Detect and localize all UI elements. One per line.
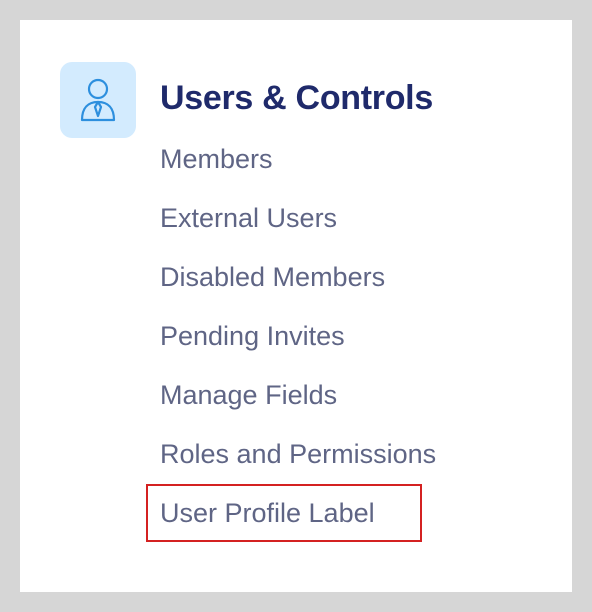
menu-item-pending-invites[interactable]: Pending Invites [160,314,436,373]
user-icon [80,78,116,122]
section-icon-tile [60,62,136,138]
menu-item-disabled-members[interactable]: Disabled Members [160,255,436,314]
menu-item-external-users[interactable]: External Users [160,196,436,255]
menu-item-roles-and-permissions[interactable]: Roles and Permissions [160,432,436,491]
menu-item-manage-fields[interactable]: Manage Fields [160,373,436,432]
menu-item-members[interactable]: Members [160,137,436,196]
settings-card: Users & Controls Members External Users … [20,20,572,592]
highlight-box [146,484,422,542]
section-title: Users & Controls [160,79,433,117]
